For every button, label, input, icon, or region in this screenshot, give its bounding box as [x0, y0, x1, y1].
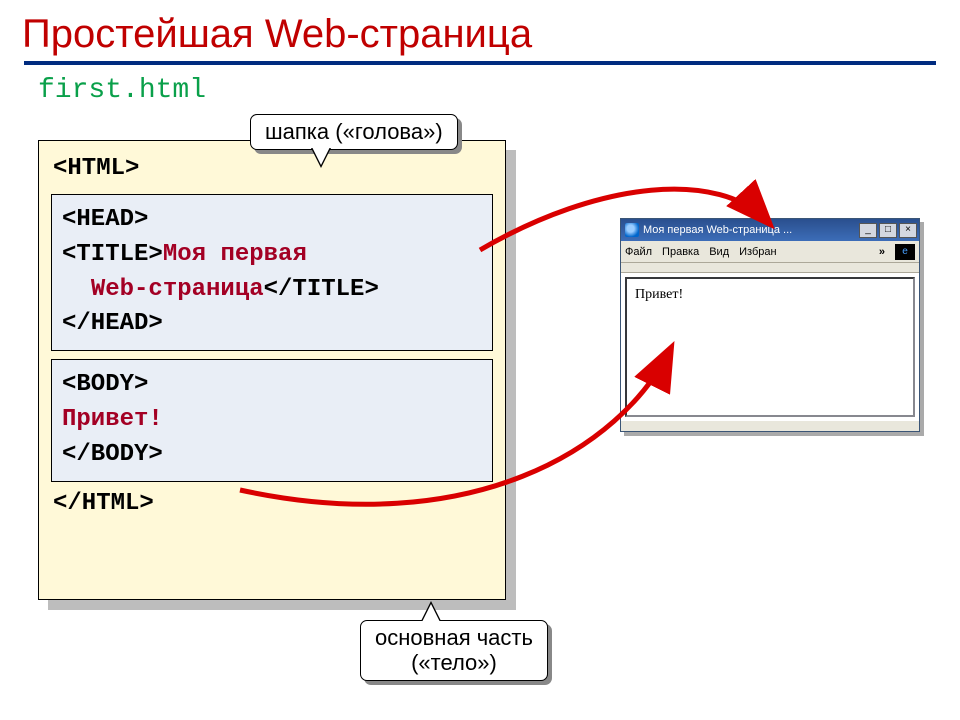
title-underline	[24, 61, 936, 65]
ie-logo-icon: e	[895, 244, 915, 260]
callout-head: шапка («голова»)	[250, 114, 458, 150]
browser-titlebar: Моя первая Web-страница ... _ □ ×	[621, 219, 919, 241]
tag-html-open: <HTML>	[53, 155, 139, 182]
body-text: Привет!	[62, 406, 163, 433]
menu-favorites[interactable]: Избран	[739, 246, 776, 258]
tag-body-open: <BODY>	[62, 371, 148, 398]
tag-title-open: <TITLE>	[62, 241, 163, 268]
menu-view[interactable]: Вид	[709, 246, 729, 258]
title-text-line1: Моя первая	[163, 241, 307, 268]
tag-body-close: </BODY>	[62, 441, 163, 468]
browser-toolbar	[621, 263, 919, 273]
tag-title-close: </TITLE>	[264, 276, 379, 303]
window-close-button[interactable]: ×	[899, 223, 917, 238]
callout-body-line1: основная часть	[375, 625, 533, 650]
tag-head-open: <HEAD>	[62, 206, 148, 233]
browser-window-title: Моя первая Web-страница ...	[643, 224, 857, 236]
browser-menubar: Файл Правка Вид Избран » e	[621, 241, 919, 263]
menu-edit[interactable]: Правка	[662, 246, 699, 258]
title-text-line2: Web-страница	[91, 276, 264, 303]
browser-statusbar	[621, 421, 919, 431]
code-box: <HTML> <HEAD> <TITLE>Моя первая Web-стра…	[38, 140, 506, 600]
callout-body: основная часть («тело»)	[360, 620, 548, 681]
code-html-close: </HTML>	[53, 490, 491, 517]
slide-title: Простейшая Web-страница	[22, 12, 938, 57]
filename-label: first.html	[38, 75, 938, 106]
menu-overflow-icon[interactable]: »	[879, 246, 885, 258]
ie-icon	[625, 223, 639, 237]
code-head-block: <HEAD> <TITLE>Моя первая Web-страница</T…	[51, 194, 493, 351]
code-body-block: <BODY> Привет! </BODY>	[51, 359, 493, 481]
tag-html-close: </HTML>	[53, 490, 154, 517]
menu-file[interactable]: Файл	[625, 246, 652, 258]
page-content-text: Привет!	[635, 287, 683, 302]
callout-body-line2: («тело»)	[375, 650, 533, 675]
window-maximize-button[interactable]: □	[879, 223, 897, 238]
window-minimize-button[interactable]: _	[859, 223, 877, 238]
browser-page-area: Привет!	[625, 277, 915, 417]
browser-window: Моя первая Web-страница ... _ □ × Файл П…	[620, 218, 920, 432]
code-html-open: <HTML>	[53, 155, 491, 182]
tag-head-close: </HEAD>	[62, 310, 163, 337]
code-container: <HTML> <HEAD> <TITLE>Моя первая Web-стра…	[38, 140, 518, 600]
